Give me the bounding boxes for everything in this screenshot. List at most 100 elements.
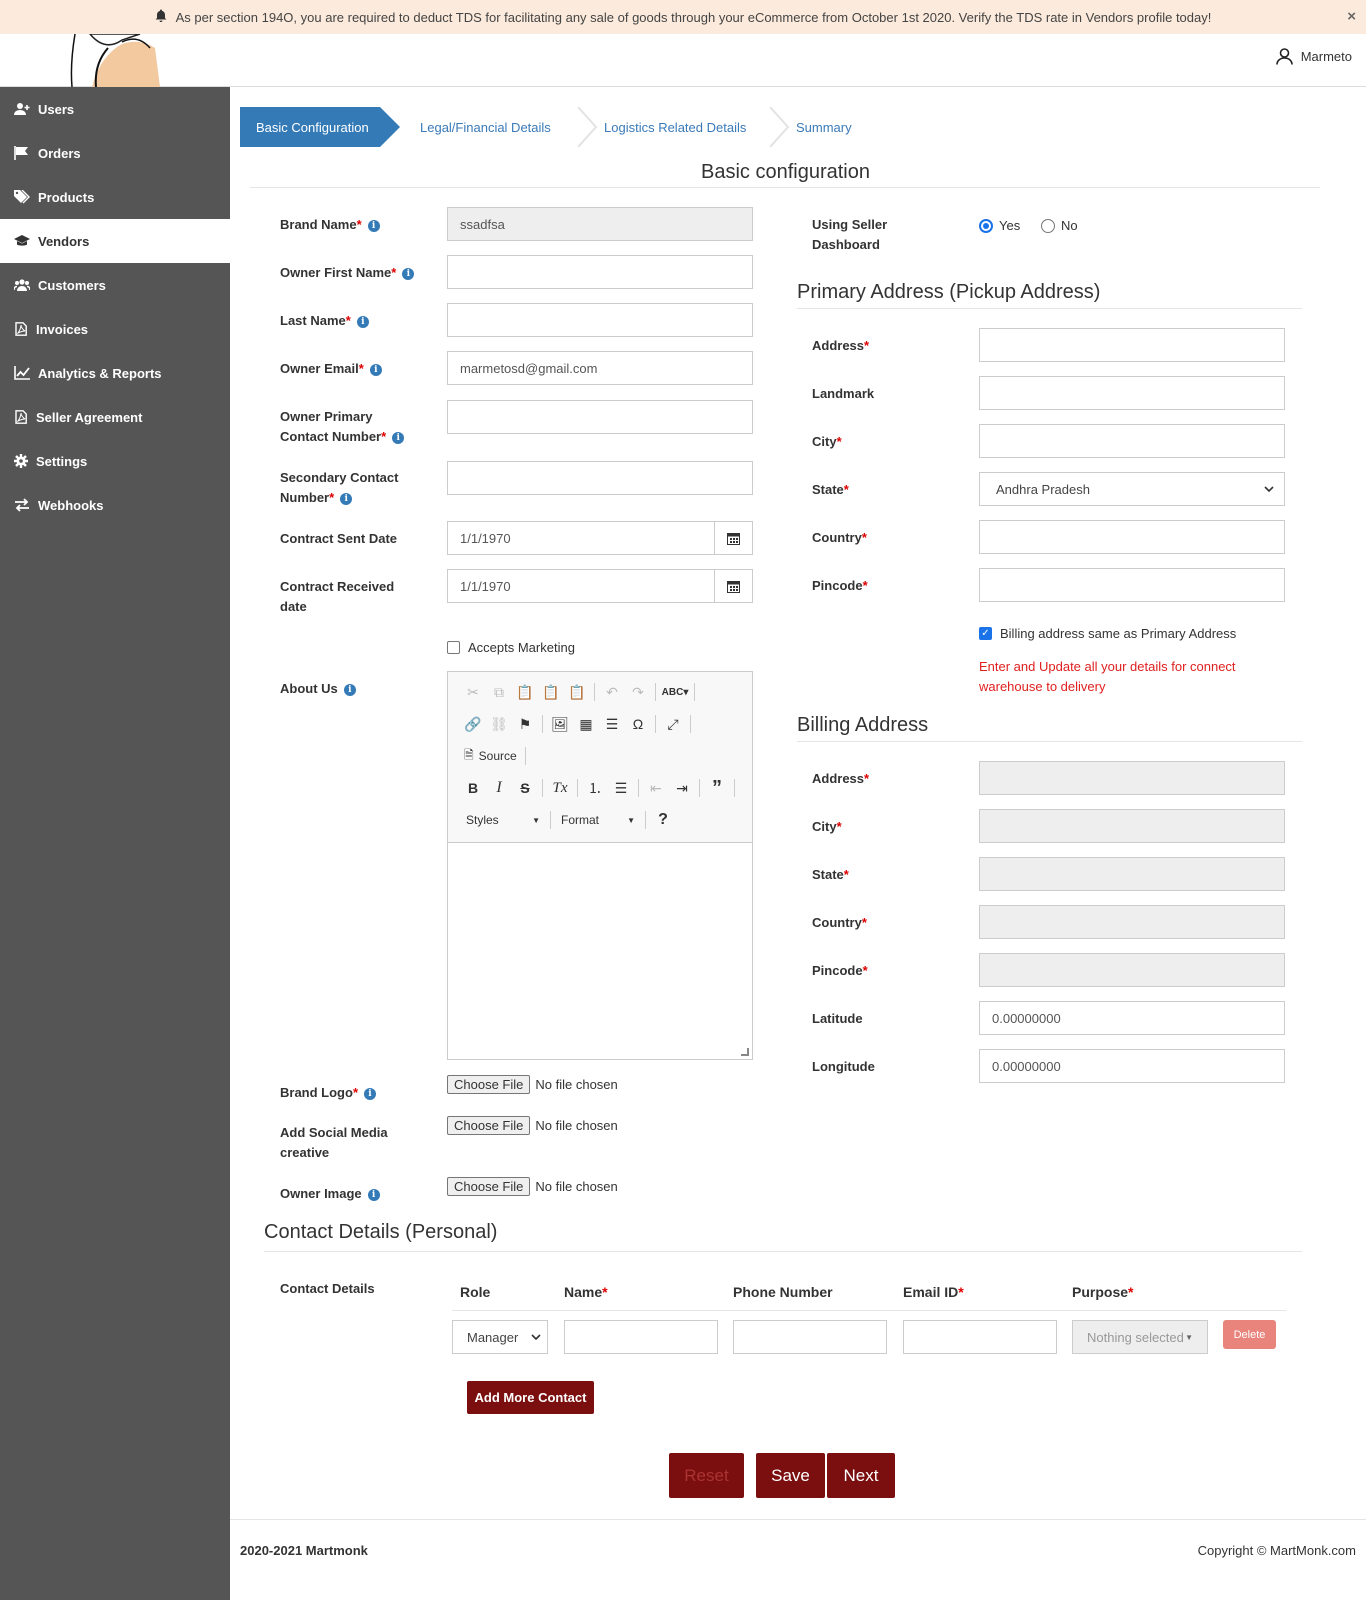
primary-state-select[interactable]: Andhra Pradesh [979, 472, 1285, 506]
styles-dropdown[interactable]: Styles ▼ [460, 809, 546, 831]
info-icon[interactable]: i [343, 684, 356, 696]
resize-handle[interactable] [741, 1048, 749, 1056]
paste-icon[interactable]: 📋 [512, 680, 538, 704]
paste-text-icon[interactable]: 📋 [538, 680, 564, 704]
choose-file-button[interactable]: Choose File [447, 1116, 531, 1135]
step-logistics[interactable]: Logistics Related Details [604, 107, 790, 147]
owner-email-input[interactable]: marmetosd@gmail.com [447, 351, 753, 385]
italic-icon[interactable]: I [486, 776, 512, 800]
step-legal-financial[interactable]: Legal/Financial Details [420, 107, 598, 147]
role-select[interactable]: Manager [452, 1320, 548, 1354]
reset-button[interactable]: Reset [669, 1453, 744, 1498]
sidebar-item-customers[interactable]: Customers [0, 263, 230, 307]
copy-icon[interactable]: ⧉ [486, 680, 512, 704]
choose-file-button[interactable]: Choose File [447, 1075, 531, 1094]
seller-dashboard-yes-radio[interactable]: Yes [979, 218, 1020, 233]
sidebar-item-products[interactable]: Products [0, 175, 230, 219]
longitude-input[interactable]: 0.00000000 [979, 1049, 1285, 1083]
info-icon[interactable]: i [367, 1189, 380, 1201]
cut-icon[interactable]: ✂ [460, 680, 486, 704]
brand-logo-file-input[interactable]: Choose File No file chosen [447, 1075, 618, 1094]
radio-button[interactable] [1041, 218, 1055, 233]
billing-country-input[interactable] [979, 905, 1285, 939]
horizontal-line-icon[interactable]: ☰ [599, 712, 625, 736]
owner-primary-contact-input[interactable] [447, 400, 753, 434]
numbered-list-icon[interactable]: ⒈ [582, 776, 608, 800]
maximize-icon[interactable]: ⤢ [660, 712, 686, 736]
sidebar-item-settings[interactable]: Settings [0, 439, 230, 483]
table-icon[interactable]: ▦ [573, 712, 599, 736]
format-dropdown[interactable]: Format ▼ [555, 809, 641, 831]
accepts-marketing-checkbox[interactable]: Accepts Marketing [447, 640, 575, 655]
sidebar-item-seller-agreement[interactable]: Seller Agreement [0, 395, 230, 439]
step-basic-configuration[interactable]: Basic Configuration [240, 107, 400, 147]
primary-city-input[interactable] [979, 424, 1285, 458]
info-icon[interactable]: i [392, 432, 405, 444]
contact-phone-input[interactable] [733, 1320, 887, 1354]
info-icon[interactable]: i [356, 316, 369, 328]
sidebar-item-orders[interactable]: Orders [0, 131, 230, 175]
unlink-icon[interactable]: ⛓ [486, 712, 512, 736]
contract-sent-date-input[interactable]: 1/1/1970 [447, 521, 715, 555]
outdent-icon[interactable]: ⇤ [643, 776, 669, 800]
anchor-flag-icon[interactable]: ⚑ [512, 712, 538, 736]
brand-name-input[interactable]: ssadfsa [447, 207, 753, 241]
landmark-input[interactable] [979, 376, 1285, 410]
info-icon[interactable]: i [364, 1088, 376, 1100]
spellcheck-icon[interactable]: ABC▾ [660, 680, 690, 704]
latitude-input[interactable]: 0.00000000 [979, 1001, 1285, 1035]
add-more-contact-button[interactable]: Add More Contact [467, 1381, 594, 1414]
next-button[interactable]: Next [827, 1453, 895, 1498]
link-icon[interactable]: 🔗 [460, 712, 486, 736]
bulleted-list-icon[interactable]: ☰ [608, 776, 634, 800]
primary-country-input[interactable] [979, 520, 1285, 554]
owner-image-file-input[interactable]: Choose File No file chosen [447, 1177, 618, 1196]
owner-first-name-input[interactable] [447, 255, 753, 289]
remove-format-icon[interactable]: Tx [547, 776, 573, 800]
sidebar-item-vendors[interactable]: Vendors [0, 219, 230, 263]
primary-address-input[interactable] [979, 328, 1285, 362]
help-icon[interactable]: ? [650, 808, 676, 832]
blockquote-icon[interactable]: ” [704, 776, 730, 800]
user-menu[interactable]: Marmeto [1275, 48, 1352, 65]
paste-word-icon[interactable]: 📋 [564, 680, 590, 704]
calendar-button[interactable] [714, 521, 753, 555]
billing-same-checkbox[interactable]: ✓ Billing address same as Primary Addres… [979, 626, 1236, 641]
purpose-multiselect[interactable]: Nothing selected ▼ [1072, 1320, 1208, 1354]
info-icon[interactable]: i [367, 220, 380, 232]
billing-city-input[interactable] [979, 809, 1285, 843]
checkbox-box[interactable]: ✓ [979, 627, 992, 640]
source-button[interactable]: 🗎 Source [460, 744, 521, 768]
radio-button[interactable] [979, 218, 993, 233]
bold-icon[interactable]: B [460, 776, 486, 800]
calendar-button[interactable] [714, 569, 753, 603]
undo-icon[interactable]: ↶ [599, 680, 625, 704]
step-summary[interactable]: Summary [796, 107, 852, 147]
contact-email-input[interactable] [903, 1320, 1057, 1354]
checkbox-box[interactable] [447, 641, 460, 654]
info-icon[interactable]: i [340, 493, 353, 505]
contract-received-date-input[interactable]: 1/1/1970 [447, 569, 715, 603]
info-icon[interactable]: i [369, 364, 382, 376]
strikethrough-icon[interactable]: S [512, 776, 538, 800]
secondary-contact-input[interactable] [447, 461, 753, 495]
info-icon[interactable]: i [402, 268, 415, 280]
sidebar-item-webhooks[interactable]: Webhooks [0, 483, 230, 527]
choose-file-button[interactable]: Choose File [447, 1177, 531, 1196]
billing-pincode-input[interactable] [979, 953, 1285, 987]
last-name-input[interactable] [447, 303, 753, 337]
delete-contact-button[interactable]: Delete [1223, 1320, 1276, 1349]
sidebar-item-users[interactable]: Users [0, 87, 230, 131]
primary-pincode-input[interactable] [979, 568, 1285, 602]
close-icon[interactable]: × [1347, 8, 1356, 25]
seller-dashboard-no-radio[interactable]: No [1041, 218, 1078, 233]
redo-icon[interactable]: ↷ [625, 680, 651, 704]
contact-name-input[interactable] [564, 1320, 718, 1354]
about-us-editor[interactable]: ✂ ⧉ 📋 📋 📋 ↶ ↷ ABC▾ 🔗 ⛓ ⚑ 🖼 ▦ ☰ Ω ⤢ 🗎 Sou… [447, 671, 753, 1060]
sidebar-item-analytics-reports[interactable]: Analytics & Reports [0, 351, 230, 395]
special-char-icon[interactable]: Ω [625, 712, 651, 736]
billing-state-input[interactable] [979, 857, 1285, 891]
image-icon[interactable]: 🖼 [547, 712, 573, 736]
indent-icon[interactable]: ⇥ [669, 776, 695, 800]
social-media-file-input[interactable]: Choose File No file chosen [447, 1116, 618, 1135]
